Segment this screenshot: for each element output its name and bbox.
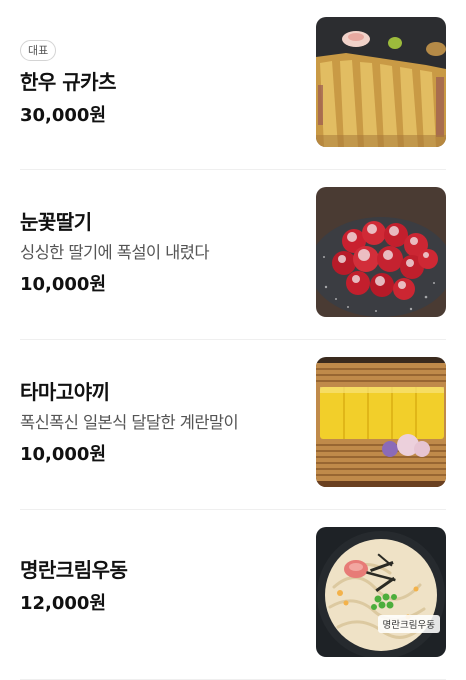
- menu-item-hanwoo-gyukatsu[interactable]: 대표 한우 규카츠 30,000원: [0, 0, 466, 170]
- menu-item-name: 눈꽃딸기: [20, 210, 92, 234]
- menu-item-snow-strawberry[interactable]: 눈꽃딸기 싱싱한 딸기에 폭설이 내렸다 10,000원: [0, 170, 466, 340]
- signature-badge: 대표: [20, 40, 57, 61]
- menu-item-info: 명란크림우동 12,000원: [20, 556, 290, 617]
- menu-item-price: 12,000원: [20, 593, 107, 614]
- menu-item-mentaiko-cream-udon[interactable]: 명란크림우동 12,000원 명란크림우동: [0, 510, 466, 680]
- menu-item-info: 눈꽃딸기 싱싱한 딸기에 폭설이 내렸다 10,000원: [20, 208, 290, 298]
- menu-item-name: 한우 규카츠: [20, 70, 116, 94]
- menu-item-info: 타마고야끼 폭신폭신 일본식 달달한 계란말이 10,000원: [20, 378, 290, 468]
- menu-item-name: 명란크림우동: [20, 558, 128, 582]
- menu-item-tamagoyaki[interactable]: 타마고야끼 폭신폭신 일본식 달달한 계란말이 10,000원: [0, 340, 466, 510]
- menu-item-name: 타마고야끼: [20, 380, 110, 404]
- beef-cutlet-photo: [316, 17, 446, 147]
- menu-item-description: 싱싱한 딸기에 폭설이 내렸다: [20, 243, 210, 262]
- menu-item-info: 대표 한우 규카츠 30,000원: [20, 39, 290, 129]
- menu-item-description: 폭신폭신 일본식 달달한 계란말이: [20, 413, 239, 432]
- tamagoyaki-photo: [316, 357, 446, 487]
- menu-item-price: 30,000원: [20, 105, 107, 126]
- mentaiko-cream-udon-photo: 명란크림우동: [316, 527, 446, 657]
- snow-strawberry-photo: [316, 187, 446, 317]
- menu-item-price: 10,000원: [20, 274, 107, 295]
- photo-caption: 명란크림우동: [377, 615, 440, 633]
- menu-list: 대표 한우 규카츠 30,000원 눈꽃딸기 싱싱한 딸기에 폭설이 내렸다 1…: [0, 0, 466, 680]
- menu-item-price: 10,000원: [20, 444, 107, 465]
